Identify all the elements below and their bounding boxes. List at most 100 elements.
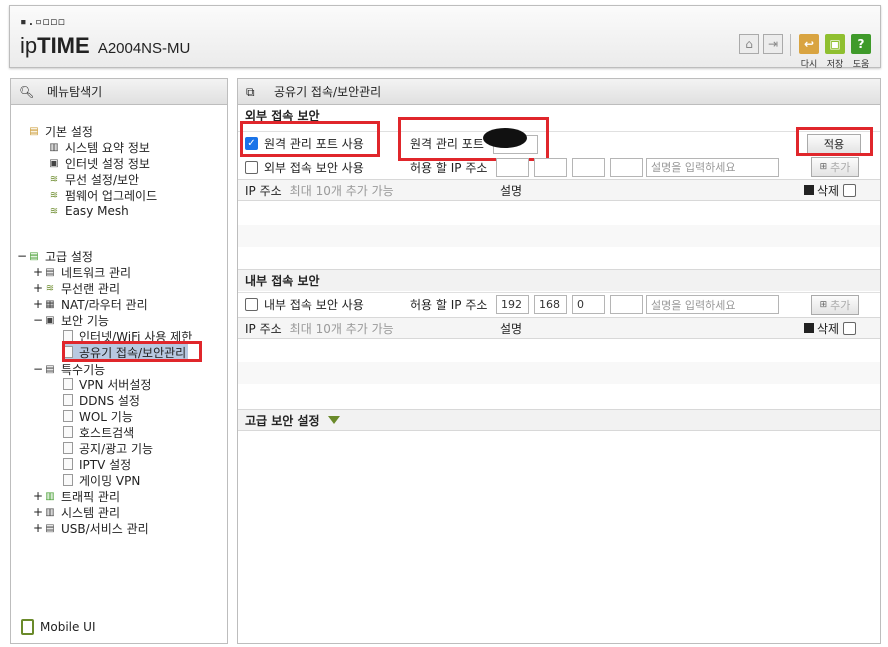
int-delete-checkbox[interactable] <box>843 321 857 335</box>
collapse-toggle[interactable]: − <box>33 313 43 327</box>
int-grid-empty-row <box>238 362 880 384</box>
int-ip-octet-1[interactable]: 192 <box>496 295 529 314</box>
tree-item-security[interactable]: − ▣ 보안 기능 <box>33 312 109 328</box>
ext-ip-octet-3[interactable] <box>572 157 605 177</box>
model-name: A2004NS-MU <box>97 40 191 57</box>
tree-item-wireless[interactable]: ≋ 무선 설정/보안 <box>47 171 139 187</box>
ext-desc-input[interactable]: 설명을 입력하세요 <box>646 157 779 177</box>
expand-toggle[interactable]: + <box>33 505 43 519</box>
ext-grid-header: IP 주소 최대 10개 추가 가능 설명 삭제 <box>238 179 880 201</box>
tree-item-vpn[interactable]: VPN 서버설정 <box>63 376 151 392</box>
tree-item-traffic[interactable]: + ▥ 트래픽 관리 <box>33 488 120 504</box>
page-title: 공유기 접속/보안관리 <box>274 85 382 99</box>
tree-item-gaming-vpn[interactable]: 게이밍 VPN <box>63 472 140 488</box>
tree-item-iptv[interactable]: IPTV 설정 <box>63 456 131 472</box>
mobile-ui-link[interactable]: Mobile UI <box>21 619 96 635</box>
collapse-toggle[interactable]: − <box>17 249 27 263</box>
ext-add-label: 추가 <box>830 161 851 174</box>
product-logo: ipTIME A2004NS-MU <box>20 33 190 59</box>
ext-ip-octet-4[interactable] <box>610 157 643 177</box>
usb-icon: ▤ <box>45 522 55 534</box>
external-security-checkbox[interactable] <box>245 160 258 174</box>
expand-triangle-icon[interactable] <box>327 416 340 424</box>
home-icon[interactable]: ⌂ <box>739 34 759 54</box>
external-security-checkbox-label: 외부 접속 보안 사용 <box>264 160 364 175</box>
int-ip-octet-4[interactable] <box>610 295 643 314</box>
plus-icon: ⊞ <box>819 162 828 172</box>
tree-item-label: 인터넷 설정 정보 <box>65 156 150 171</box>
tree-item-firmware[interactable]: ≋ 펌웨어 업그레이드 <box>47 187 157 203</box>
tree-advanced-label: 고급 설정 <box>45 249 93 264</box>
ext-ip-octet-1[interactable] <box>496 157 529 177</box>
top-header: ▪.▫◻◻◻ ipTIME A2004NS-MU ⌂ ⇥ ↩ 다시 ▣ 저장 ?… <box>9 5 881 70</box>
restart-label: 다시 <box>800 60 818 70</box>
collapse-toggle[interactable]: − <box>33 362 43 376</box>
tree-item-easy-mesh[interactable]: ≋ Easy Mesh <box>47 203 129 219</box>
external-allow-row: 외부 접속 보안 사용 허용 할 IP 주소 설명을 입력하세요 ⊞ 추가 <box>238 155 880 179</box>
int-ip-hint: 최대 10개 추가 가능 <box>289 321 394 336</box>
magnifier-icon: 🔍︎ <box>19 84 35 99</box>
tree-item-label: 게이밍 VPN <box>79 473 141 488</box>
ext-ip-header: IP 주소 <box>245 183 282 198</box>
advanced-security-label: 고급 보안 설정 <box>245 413 320 428</box>
system-icon: ▥ <box>45 506 55 518</box>
internal-section-heading: 내부 접속 보안 <box>238 269 880 291</box>
tree-item-label: IPTV 설정 <box>79 457 132 472</box>
header-toolbar: ⌂ ⇥ ↩ 다시 ▣ 저장 ? 도움 <box>739 34 872 70</box>
tree-item-wlan[interactable]: + ≋ 무선랜 관리 <box>33 280 120 296</box>
main-panel-title: ⧉ 공유기 접속/보안관리 <box>238 79 880 105</box>
tree-item-label: 보안 기능 <box>61 313 109 328</box>
save-button[interactable]: ▣ 저장 <box>824 34 846 70</box>
tree-item-label: 시스템 관리 <box>61 505 121 520</box>
advanced-security-heading[interactable]: 고급 보안 설정 <box>238 409 880 431</box>
ext-ip-octet-2[interactable] <box>534 157 567 177</box>
tree-item-system-summary[interactable]: ▥ 시스템 요약 정보 <box>47 139 150 155</box>
int-ip-header: IP 주소 <box>245 321 282 336</box>
wifi-icon: ≋ <box>45 282 55 294</box>
ext-delete-all[interactable]: 삭제 <box>804 182 862 199</box>
monitor-icon: ▣ <box>49 157 59 169</box>
restart-button[interactable]: ↩ 다시 <box>798 34 820 70</box>
ext-add-button[interactable]: ⊞ 추가 <box>811 157 859 177</box>
ext-delete-checkbox[interactable] <box>843 183 857 197</box>
main-panel: ⧉ 공유기 접속/보안관리 외부 접속 보안 ✓ 원격 관리 포트 사용 원격 … <box>237 78 881 644</box>
tree-item-label: 시스템 요약 정보 <box>65 140 150 155</box>
int-desc-input[interactable]: 설명을 입력하세요 <box>646 295 779 314</box>
tree-item-notice-ad[interactable]: 공지/광고 기능 <box>63 440 153 456</box>
tree-item-usb[interactable]: + ▤ USB/서비스 관리 <box>33 520 149 536</box>
tree-item-nat[interactable]: + ▦ NAT/라우터 관리 <box>33 296 148 312</box>
tree-item-network[interactable]: + ▤ 네트워크 관리 <box>33 264 131 280</box>
tree-item-host-search[interactable]: 호스트검색 <box>63 424 134 440</box>
internal-security-checkbox-label: 내부 접속 보안 사용 <box>264 298 364 312</box>
expand-toggle[interactable]: + <box>33 489 43 503</box>
int-ip-octet-3-value: 0 <box>577 298 584 311</box>
tree-item-label: DDNS 설정 <box>79 393 140 408</box>
expand-toggle[interactable]: + <box>33 265 43 279</box>
tree-item-ddns[interactable]: DDNS 설정 <box>63 392 140 408</box>
ext-desc-placeholder: 설명을 입력하세요 <box>651 161 736 174</box>
internal-security-checkbox[interactable] <box>245 298 258 311</box>
tree-item-wol[interactable]: WOL 기능 <box>63 408 133 424</box>
int-add-button[interactable]: ⊞ 추가 <box>811 294 859 315</box>
expand-toggle[interactable]: + <box>33 281 43 295</box>
ext-desc-header: 설명 <box>500 183 523 198</box>
expand-toggle[interactable]: + <box>33 297 43 311</box>
tree-item-label: NAT/라우터 관리 <box>61 297 148 312</box>
int-ip-octet-3[interactable]: 0 <box>572 295 605 314</box>
tree-item-label: 트래픽 관리 <box>61 489 121 504</box>
wifi-icon: ≋ <box>49 173 59 185</box>
int-ip-octet-2[interactable]: 168 <box>534 295 567 314</box>
tree-advanced-settings[interactable]: − ▤ 고급 설정 <box>17 248 93 264</box>
network-icon: ▤ <box>45 266 55 278</box>
mesh-icon: ≋ <box>49 205 59 217</box>
int-delete-all[interactable]: 삭제 <box>804 320 862 337</box>
logout-icon[interactable]: ⇥ <box>763 34 783 54</box>
menu-explorer-title: 🔍︎ 메뉴탐색기 <box>11 79 227 105</box>
tree-item-system[interactable]: + ▥ 시스템 관리 <box>33 504 120 520</box>
help-button[interactable]: ? 도움 <box>850 34 872 70</box>
expand-toggle[interactable]: + <box>33 521 43 535</box>
tree-item-internet-info[interactable]: ▣ 인터넷 설정 정보 <box>47 155 150 171</box>
page-icon <box>63 394 73 406</box>
help-label: 도움 <box>852 60 870 70</box>
tree-basic-settings[interactable]: ▤ 기본 설정 <box>27 123 93 139</box>
